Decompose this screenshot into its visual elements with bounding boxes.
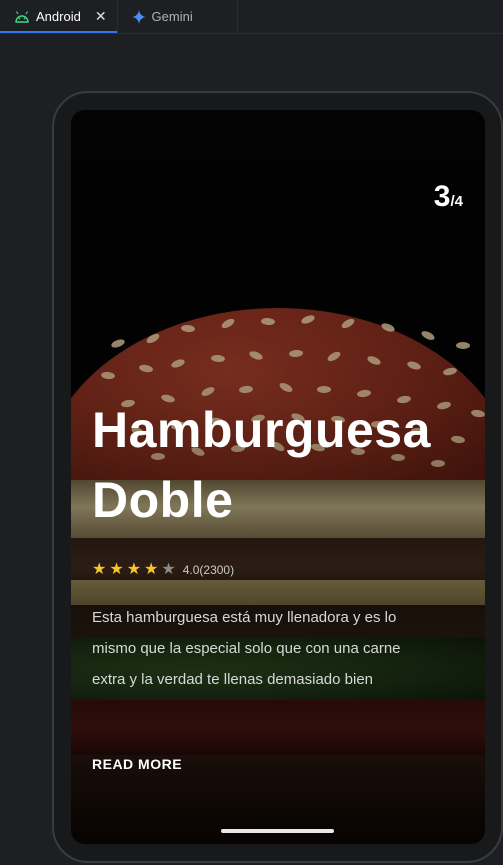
tab-android[interactable]: Android ✕ [0, 0, 118, 33]
page-current: 3 [433, 180, 451, 213]
read-more-button[interactable]: READ MORE [92, 756, 182, 772]
tab-android-label: Android [36, 9, 81, 24]
rating-stars: ★ ★ ★ ★ ★ [92, 562, 176, 578]
android-icon [14, 10, 30, 24]
star-filled-icon: ★ [109, 561, 124, 578]
tab-gemini[interactable]: Gemini [118, 0, 238, 33]
item-description: Esta hamburguesa está muy llenadora y es… [92, 609, 401, 688]
editor-tab-bar: Android ✕ Gemini [0, 0, 503, 34]
home-indicator[interactable] [221, 829, 334, 833]
rating-text: 4.0(2300) [182, 563, 235, 577]
gemini-icon [131, 9, 146, 24]
page-total: /4 [450, 193, 463, 210]
item-title: Hamburguesa Doble [92, 402, 431, 528]
tab-gemini-label: Gemini [151, 9, 193, 24]
star-filled-icon: ★ [144, 561, 159, 578]
star-filled-icon: ★ [126, 561, 142, 578]
star-filled-icon: ★ [92, 561, 107, 578]
phone-screen: 3 /4 Hamburguesa Doble ★ ★ ★ ★ ★ 4.0(2300) E… [71, 110, 485, 844]
rating: ★ ★ ★ ★ ★ 4.0(2300) [92, 562, 234, 578]
star-empty-icon: ★ [161, 561, 176, 578]
page-counter: 3 /4 [434, 180, 463, 214]
close-icon[interactable]: ✕ [95, 8, 107, 25]
